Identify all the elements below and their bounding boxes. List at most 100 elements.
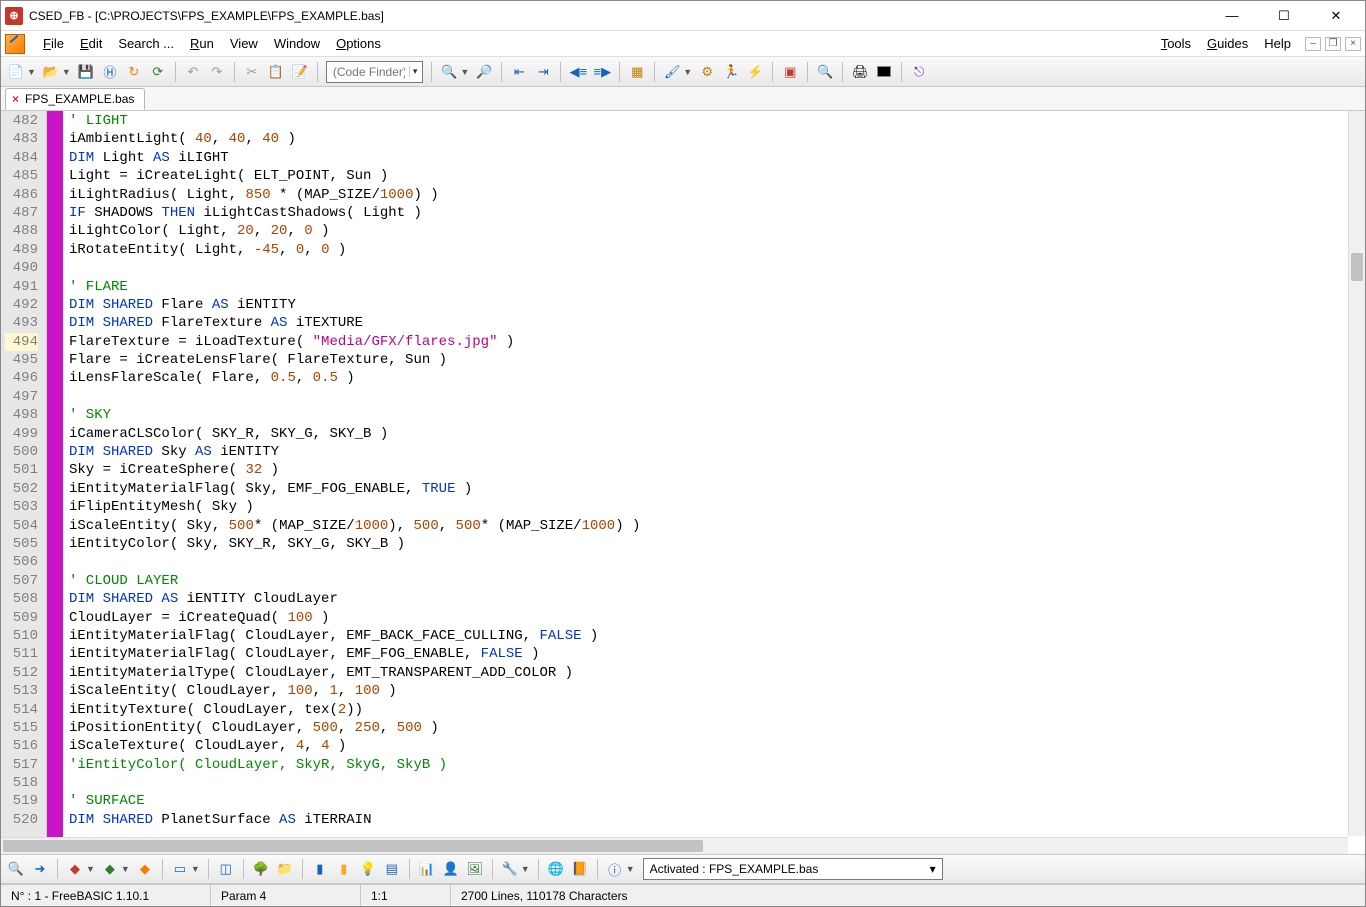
mdi-close-button[interactable]: × — [1345, 37, 1361, 51]
block-icon[interactable]: ▦ — [626, 61, 648, 83]
dropdown-icon[interactable]: ▼ — [626, 864, 635, 874]
code-line[interactable]: ' SKY — [69, 406, 640, 424]
dropdown-icon[interactable]: ▼ — [62, 67, 71, 77]
maximize-button[interactable]: ☐ — [1267, 4, 1301, 28]
print-icon[interactable]: 🖨 — [849, 61, 871, 83]
globe-icon[interactable]: 🌐 — [545, 858, 567, 880]
db-yellow-icon[interactable]: ▮ — [333, 858, 355, 880]
refresh-icon[interactable]: ⟳ — [147, 61, 169, 83]
code-line[interactable]: iEntityMaterialType( CloudLayer, EMT_TRA… — [69, 664, 640, 682]
split-icon[interactable]: ◫ — [215, 858, 237, 880]
scrollbar-thumb[interactable] — [1351, 253, 1363, 281]
code-line[interactable]: iLightRadius( Light, 850 * (MAP_SIZE/100… — [69, 186, 640, 204]
menu-view[interactable]: View — [222, 33, 266, 54]
bulb-icon[interactable]: 💡 — [357, 858, 379, 880]
preview-icon[interactable]: 🔍 — [814, 61, 836, 83]
code-line[interactable]: Sky = iCreateSphere( 32 ) — [69, 461, 640, 479]
goto-icon[interactable]: ➜ — [29, 858, 51, 880]
indent-left-icon[interactable]: ⇤ — [508, 61, 530, 83]
code-finder-input[interactable] — [329, 65, 409, 79]
code-line[interactable]: Flare = iCreateLensFlare( FlareTexture, … — [69, 351, 640, 369]
paste-icon[interactable]: 📝 — [289, 61, 311, 83]
code-line[interactable]: IF SHADOWS THEN iLightCastShadows( Light… — [69, 204, 640, 222]
horizontal-scrollbar[interactable] — [1, 837, 1348, 854]
vertical-scrollbar[interactable] — [1348, 111, 1365, 836]
console-icon[interactable] — [873, 61, 895, 83]
undo-icon[interactable]: ↶ — [182, 61, 204, 83]
lightning-icon[interactable]: ⚡ — [744, 61, 766, 83]
info-icon[interactable]: ⓘ — [604, 858, 626, 880]
indent-right-icon[interactable]: ⇥ — [532, 61, 554, 83]
code-line[interactable]: ' LIGHT — [69, 112, 640, 130]
new-file-icon[interactable]: 📄 — [5, 61, 27, 83]
bookmark-green-icon[interactable]: ◆ — [99, 858, 121, 880]
outdent-icon[interactable]: ◀≡ — [567, 61, 589, 83]
save-all-icon[interactable]: Ⓗ — [99, 61, 121, 83]
scrollbar-thumb[interactable] — [3, 840, 703, 852]
code-line[interactable]: iScaleTexture( CloudLayer, 4, 4 ) — [69, 737, 640, 755]
code-line[interactable]: iEntityMaterialFlag( CloudLayer, EMF_BAC… — [69, 627, 640, 645]
dropdown-icon[interactable]: ▼ — [460, 67, 469, 77]
code-line[interactable]: iAmbientLight( 40, 40, 40 ) — [69, 130, 640, 148]
tab-close-icon[interactable]: × — [12, 92, 19, 106]
close-button[interactable]: ✕ — [1319, 4, 1353, 28]
code-line[interactable]: 'iEntityColor( CloudLayer, SkyR, SkyG, S… — [69, 756, 640, 774]
db-blue-icon[interactable]: ▮ — [309, 858, 331, 880]
dropdown-icon[interactable]: ▼ — [27, 67, 36, 77]
minimize-button[interactable]: — — [1215, 4, 1249, 28]
dropdown-icon[interactable]: ▾ — [409, 66, 421, 77]
reload-icon[interactable]: ↻ — [123, 61, 145, 83]
code-line[interactable] — [69, 388, 640, 406]
brush-icon[interactable]: 🖌 — [661, 61, 683, 83]
dropdown-icon[interactable]: ▼ — [121, 864, 130, 874]
find-icon[interactable]: 🔍 — [5, 858, 27, 880]
folder-icon[interactable]: 📁 — [274, 858, 296, 880]
code-finder[interactable]: ▾ — [326, 61, 424, 83]
code-line[interactable]: iCameraCLSColor( SKY_R, SKY_G, SKY_B ) — [69, 425, 640, 443]
code-line[interactable]: iEntityMaterialFlag( CloudLayer, EMF_FOG… — [69, 645, 640, 663]
dropdown-icon[interactable]: ▾ — [930, 862, 936, 876]
code-line[interactable]: iScaleEntity( CloudLayer, 100, 1, 100 ) — [69, 682, 640, 700]
code-line[interactable]: iFlipEntityMesh( Sky ) — [69, 498, 640, 516]
code-line[interactable]: DIM Light AS iLIGHT — [69, 149, 640, 167]
mdi-minimize-button[interactable]: – — [1305, 37, 1321, 51]
search-next-icon[interactable]: 🔎 — [473, 61, 495, 83]
user-icon[interactable]: 👤 — [440, 858, 462, 880]
code-line[interactable] — [69, 553, 640, 571]
bookmark-orange-icon[interactable]: ◆ — [134, 858, 156, 880]
code-line[interactable] — [69, 774, 640, 792]
code-line[interactable]: DIM SHARED Flare AS iENTITY — [69, 296, 640, 314]
tools-icon[interactable]: 🔧 — [499, 858, 521, 880]
image-icon[interactable]: 🖼 — [464, 858, 486, 880]
bookmark-red-icon[interactable]: ◆ — [64, 858, 86, 880]
panel-icon[interactable]: ▤ — [381, 858, 403, 880]
code-line[interactable]: DIM SHARED FlareTexture AS iTEXTURE — [69, 314, 640, 332]
mdi-restore-button[interactable]: ❐ — [1325, 37, 1341, 51]
run-icon[interactable]: 🏃 — [720, 61, 742, 83]
code-line[interactable]: iPositionEntity( CloudLayer, 500, 250, 5… — [69, 719, 640, 737]
redo-icon[interactable]: ↷ — [206, 61, 228, 83]
code-line[interactable]: ' FLARE — [69, 278, 640, 296]
code-line[interactable]: iScaleEntity( Sky, 500* (MAP_SIZE/1000),… — [69, 517, 640, 535]
menu-help[interactable]: Help — [1256, 33, 1299, 54]
dropdown-icon[interactable]: ▼ — [521, 864, 530, 874]
indent-icon[interactable]: ≡▶ — [591, 61, 613, 83]
dropdown-icon[interactable]: ▼ — [683, 67, 692, 77]
menu-guides[interactable]: Guides — [1199, 33, 1256, 54]
tree-icon[interactable]: 🌳 — [250, 858, 272, 880]
file-tab[interactable]: × FPS_EXAMPLE.bas — [5, 88, 145, 110]
open-file-icon[interactable]: 📂 — [40, 61, 62, 83]
code-line[interactable] — [69, 259, 640, 277]
code-line[interactable]: ' SURFACE — [69, 792, 640, 810]
code-line[interactable]: Light = iCreateLight( ELT_POINT, Sun ) — [69, 167, 640, 185]
code-line[interactable]: DIM SHARED AS iENTITY CloudLayer — [69, 590, 640, 608]
code-line[interactable]: iRotateEntity( Light, -45, 0, 0 ) — [69, 241, 640, 259]
copy-icon[interactable]: 📋 — [265, 61, 287, 83]
dropdown-icon[interactable]: ▼ — [191, 864, 200, 874]
search-icon[interactable]: 🔍 — [438, 61, 460, 83]
help-book-icon[interactable]: 📙 — [569, 858, 591, 880]
menu-tools[interactable]: Tools — [1153, 33, 1199, 54]
menu-file[interactable]: File — [35, 33, 72, 54]
code-line[interactable]: DIM SHARED PlanetSurface AS iTERRAIN — [69, 811, 640, 829]
save-icon[interactable]: 💾 — [75, 61, 97, 83]
